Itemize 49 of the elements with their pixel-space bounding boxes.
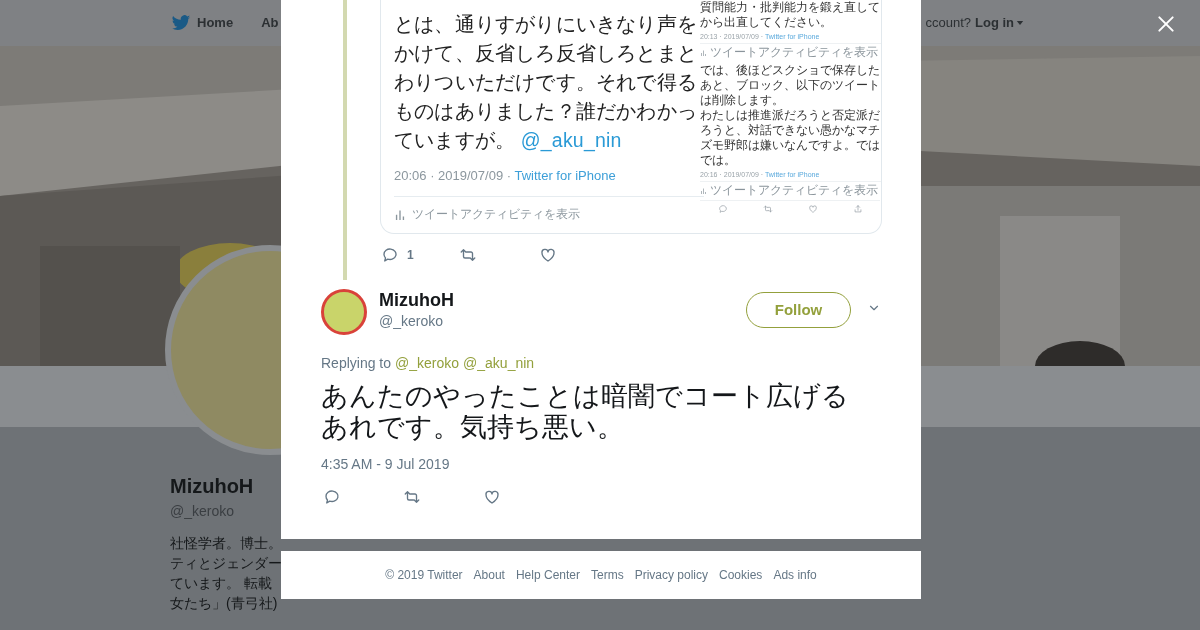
bar-chart-icon bbox=[700, 186, 707, 194]
close-button[interactable] bbox=[1156, 14, 1176, 34]
nav-link[interactable]: Home bbox=[197, 13, 234, 33]
profile-name: MizuhoH bbox=[170, 474, 254, 499]
bio-text: 女たち」(青弓社) bbox=[170, 594, 278, 613]
heart-icon bbox=[807, 204, 818, 214]
footer-link[interactable]: Privacy policy bbox=[634, 566, 708, 584]
bird-icon bbox=[171, 13, 191, 33]
caret-icon bbox=[1016, 19, 1024, 27]
retweet-icon bbox=[459, 246, 477, 264]
tweet-text: あんたのやったことは暗闇でコート広げるあれです。気持ち悪い。 bbox=[321, 381, 850, 443]
reply-icon bbox=[323, 488, 341, 506]
screenshot-tweet-meta: 20:06 · 2019/07/09 · Twitter for iPhone bbox=[394, 167, 617, 185]
like-button[interactable] bbox=[483, 488, 501, 506]
footer-link[interactable]: About bbox=[473, 566, 505, 584]
account-prompt: ccount? bbox=[925, 14, 971, 33]
footer-link[interactable]: Help Center bbox=[515, 566, 580, 584]
login-button[interactable]: Log in bbox=[975, 13, 1024, 33]
tweet-time: 4:35 AM - 9 Jul 2019 bbox=[321, 455, 450, 473]
mention-link[interactable]: @_aku_nin bbox=[463, 354, 535, 372]
screenshot-tweet-text: とは、通りすがりにいきなり声をかけて、反省しろ反省しろとまとわりついただけです。それで得るものはありました？誰だかわかっていますが。 @_aku_nin bbox=[394, 12, 698, 154]
retweet-icon bbox=[403, 488, 421, 506]
like-button[interactable] bbox=[539, 246, 557, 264]
screenshot-tweet-text: わたしは推進派だろうと否定派だろうと、対話できない愚かなマチズモ野郎は嫌いなんですよ。ではでは。 bbox=[700, 108, 881, 168]
retweet-button[interactable] bbox=[403, 488, 421, 506]
bio-text: ティとジェンダー bbox=[170, 554, 282, 573]
close-icon bbox=[1156, 14, 1176, 34]
copyright-text: © 2019 Twitter bbox=[385, 567, 463, 584]
heart-icon bbox=[483, 488, 501, 506]
reply-icon bbox=[717, 204, 728, 214]
footer-link[interactable]: Ads info bbox=[773, 566, 817, 584]
reply-icon bbox=[381, 246, 399, 264]
screenshot-tweet-text: では、後ほどスクショで保存したあと、ブロック、以下のツイートは削除します。 bbox=[700, 63, 881, 108]
replying-label: Replying to bbox=[321, 354, 392, 372]
reply-button[interactable] bbox=[323, 488, 341, 506]
bio-text: ています。 転載 bbox=[170, 574, 272, 593]
nav-link[interactable]: Ab bbox=[261, 13, 279, 33]
screenshot-tweet-text: 質問能力・批判能力を鍛え直してから出直してください。 bbox=[700, 0, 881, 30]
user-handle: @_keroko bbox=[379, 312, 445, 331]
bio-text: 社怪学者。博士。 bbox=[170, 534, 282, 553]
user-name: MizuhoH bbox=[379, 289, 454, 311]
bar-chart-icon bbox=[700, 48, 707, 56]
retweet-icon bbox=[762, 204, 773, 214]
reply-button[interactable]: 1 bbox=[381, 246, 459, 264]
share-icon bbox=[852, 204, 863, 214]
heart-icon bbox=[539, 246, 557, 264]
footer-link[interactable]: Terms bbox=[591, 566, 624, 584]
mention-link[interactable]: @_keroko bbox=[395, 354, 460, 372]
footer-link[interactable]: Cookies bbox=[719, 566, 763, 584]
